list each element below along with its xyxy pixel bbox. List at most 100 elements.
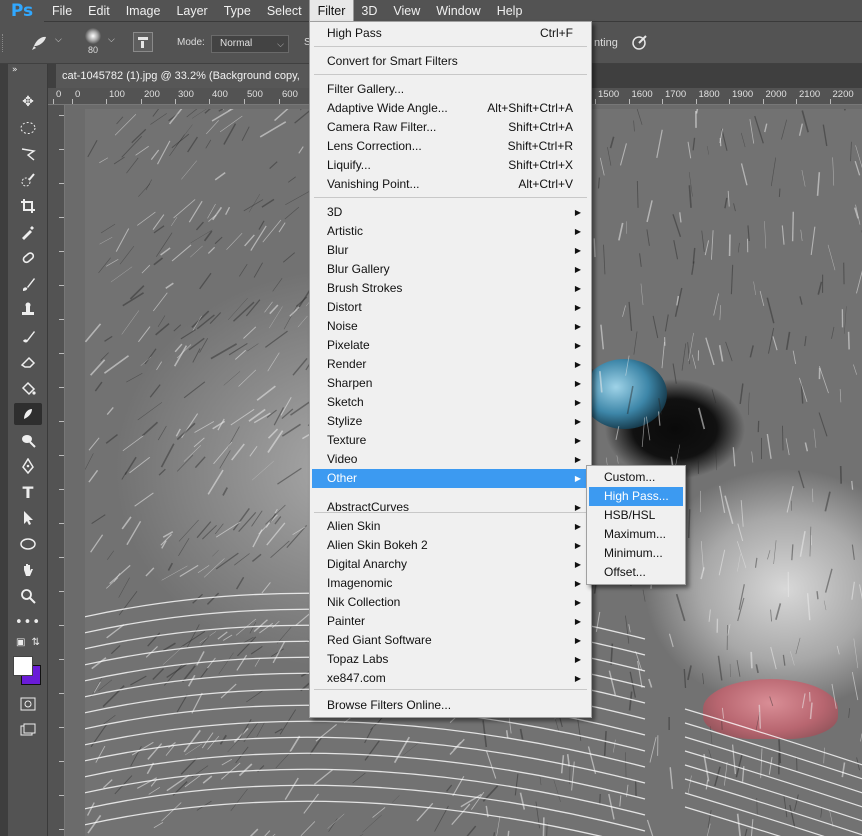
filter-gallery-item[interactable]: Liquify... Shift+Ctrl+X [312, 156, 589, 175]
filter-group-item[interactable]: Noise ▶ [312, 317, 589, 336]
move-tool-icon[interactable]: ✥ [14, 91, 42, 113]
menu-help[interactable]: Help [489, 0, 531, 22]
filter-group-item[interactable]: 3D ▶ [312, 203, 589, 222]
filter-group-item[interactable]: Other ▶ [312, 469, 589, 488]
filter-plugin-item[interactable]: Topaz Labs ▶ [312, 650, 589, 669]
menu-file[interactable]: File [44, 0, 80, 22]
menu-window[interactable]: Window [428, 0, 488, 22]
lasso-tool-icon[interactable] [14, 143, 42, 165]
menu-item-label: Texture [327, 433, 367, 447]
filter-plugin-item[interactable]: Alien Skin ▶ [312, 517, 589, 536]
chevron-down-icon[interactable]: ⌵ [55, 34, 62, 45]
brush-chevron-icon[interactable]: ⌵ [108, 34, 115, 45]
ellipse-tool-icon[interactable] [14, 533, 42, 555]
brush-tool-icon[interactable] [14, 273, 42, 295]
smudge-tool-icon[interactable] [14, 403, 42, 425]
filter-gallery-item[interactable]: Adaptive Wide Angle... Alt+Shift+Ctrl+A [312, 99, 589, 118]
filter-group-item[interactable]: Distort ▶ [312, 298, 589, 317]
filter-group-item[interactable]: Render ▶ [312, 355, 589, 374]
filter-last-high-pass[interactable]: High Pass Ctrl+F [312, 24, 589, 43]
marquee-tool-icon[interactable] [14, 117, 42, 139]
brush-panel-icon[interactable] [133, 32, 153, 52]
filter-group-item[interactable]: Sharpen ▶ [312, 374, 589, 393]
menu-item-shortcut: Shift+Ctrl+R [507, 139, 573, 153]
fur-stroke [231, 443, 245, 461]
other-submenu-item[interactable]: Offset... [589, 563, 683, 582]
healing-brush-tool-icon[interactable] [14, 247, 42, 269]
paint-bucket-tool-icon[interactable] [14, 377, 42, 399]
eyedropper-tool-icon[interactable] [14, 221, 42, 243]
filter-group-item[interactable]: Pixelate ▶ [312, 336, 589, 355]
fur-stroke [656, 129, 663, 158]
other-submenu-item[interactable]: Maximum... [589, 525, 683, 544]
filter-plugin-item[interactable]: Alien Skin Bokeh 2 ▶ [312, 536, 589, 555]
zoom-tool-icon[interactable] [14, 585, 42, 607]
vertical-ruler[interactable] [48, 105, 65, 836]
menu-type[interactable]: Type [216, 0, 259, 22]
menu-view[interactable]: View [385, 0, 428, 22]
filter-plugin-item[interactable]: Digital Anarchy ▶ [312, 555, 589, 574]
expand-panel-icon[interactable]: » [12, 64, 40, 76]
filter-plugin-item[interactable]: AbstractCurves ▶ [312, 498, 589, 517]
screen-mode-icon[interactable] [14, 719, 42, 741]
other-submenu-item[interactable]: HSB/HSL [589, 506, 683, 525]
pressure-icon[interactable] [630, 32, 650, 52]
filter-gallery-item[interactable]: Filter Gallery... [312, 80, 589, 99]
menu-filter[interactable]: Filter [308, 0, 355, 23]
brush-preview-icon[interactable] [85, 28, 101, 44]
fur-stroke [228, 342, 248, 356]
menu-item-label: Brush Strokes [327, 281, 403, 295]
filter-gallery-item[interactable]: Camera Raw Filter... Shift+Ctrl+A [312, 118, 589, 137]
filter-group-item[interactable]: Brush Strokes ▶ [312, 279, 589, 298]
filter-group-item[interactable]: Sketch ▶ [312, 393, 589, 412]
path-selection-tool-icon[interactable] [14, 507, 42, 529]
more-tools-icon[interactable]: ••• [14, 611, 42, 633]
fur-stroke [652, 315, 659, 339]
history-brush-tool-icon[interactable] [14, 325, 42, 347]
fur-stroke [535, 801, 540, 829]
filter-plugin-item[interactable]: Nik Collection ▶ [312, 593, 589, 612]
menu-3d[interactable]: 3D [353, 0, 385, 22]
other-submenu-item[interactable]: Custom... [589, 468, 683, 487]
filter-group-item[interactable]: Stylize ▶ [312, 412, 589, 431]
fur-stroke [251, 553, 262, 563]
dodge-tool-icon[interactable] [14, 429, 42, 451]
other-submenu-item[interactable]: Minimum... [589, 544, 683, 563]
tool-preset-icon[interactable] [30, 32, 50, 52]
filter-group-item[interactable]: Texture ▶ [312, 431, 589, 450]
swap-colors-icon[interactable]: ▣ ⇅ [14, 634, 42, 650]
foreground-color-swatch[interactable] [13, 656, 33, 676]
filter-convert-smart[interactable]: Convert for Smart Filters [312, 52, 589, 71]
pen-tool-icon[interactable] [14, 455, 42, 477]
browse-filters-online[interactable]: Browse Filters Online... [312, 696, 589, 715]
clone-stamp-tool-icon[interactable] [14, 299, 42, 321]
crop-tool-icon[interactable] [14, 195, 42, 217]
menu-item-label: Custom... [604, 470, 656, 484]
fur-stroke [118, 577, 130, 598]
fur-stroke [238, 512, 257, 532]
hand-tool-icon[interactable] [14, 559, 42, 581]
filter-plugin-item[interactable]: Imagenomic ▶ [312, 574, 589, 593]
quick-mask-icon[interactable] [14, 693, 42, 715]
filter-group-item[interactable]: Video ▶ [312, 450, 589, 469]
filter-plugin-item[interactable]: Painter ▶ [312, 612, 589, 631]
filter-plugin-item[interactable]: Red Giant Software ▶ [312, 631, 589, 650]
menu-layer[interactable]: Layer [168, 0, 215, 22]
menu-image[interactable]: Image [118, 0, 169, 22]
other-submenu-item[interactable]: High Pass... [589, 487, 683, 506]
fur-stroke [470, 791, 485, 810]
filter-plugin-item[interactable]: xe847.com ▶ [312, 669, 589, 688]
filter-gallery-item[interactable]: Vanishing Point... Alt+Ctrl+V [312, 175, 589, 194]
filter-group-item[interactable]: Artistic ▶ [312, 222, 589, 241]
menu-item-label: Lens Correction... [327, 139, 422, 153]
menu-edit[interactable]: Edit [80, 0, 118, 22]
quick-selection-tool-icon[interactable] [14, 169, 42, 191]
filter-group-item[interactable]: Blur Gallery ▶ [312, 260, 589, 279]
type-tool-icon[interactable]: T [14, 481, 42, 503]
menu-select[interactable]: Select [259, 0, 310, 22]
filter-group-item[interactable]: Blur ▶ [312, 241, 589, 260]
filter-gallery-item[interactable]: Lens Correction... Shift+Ctrl+R [312, 137, 589, 156]
document-tab[interactable]: cat-1045782 (1).jpg @ 33.2% (Background … [56, 64, 326, 88]
mode-select[interactable]: Normal ⌵ [211, 35, 289, 53]
eraser-tool-icon[interactable] [14, 351, 42, 373]
